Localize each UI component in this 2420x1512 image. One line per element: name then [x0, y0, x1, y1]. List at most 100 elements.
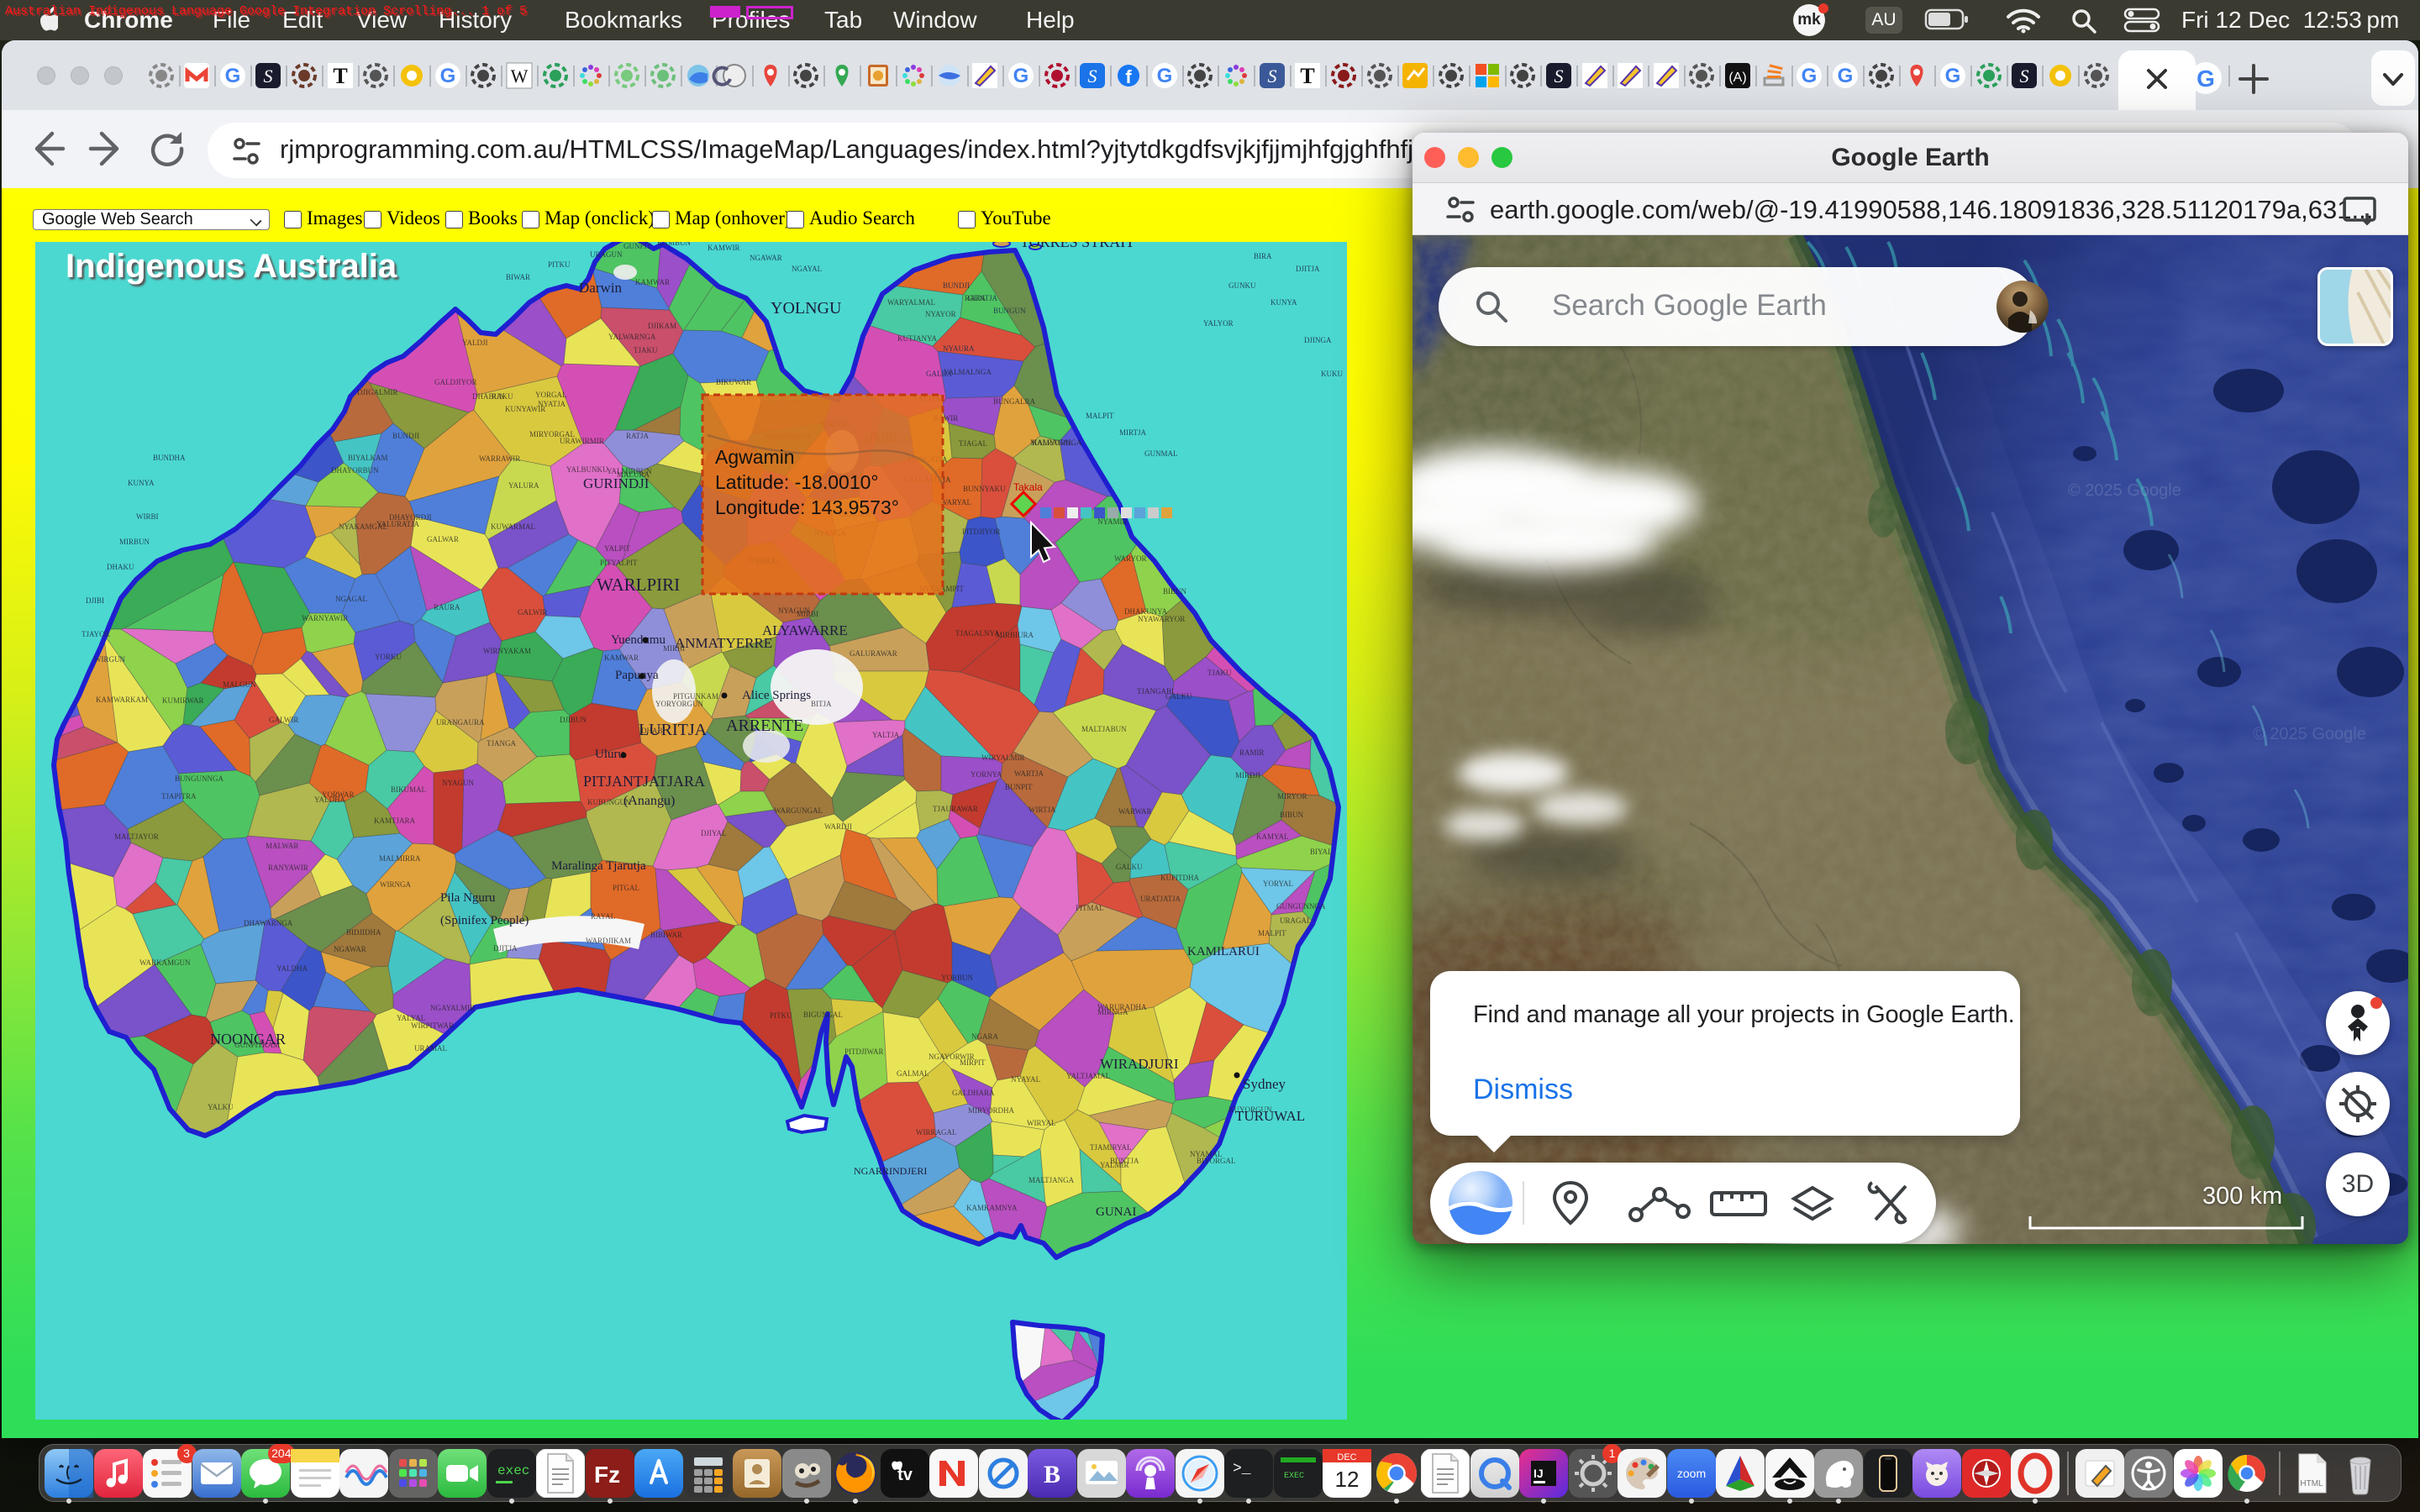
- svg-text:KUKU: KUKU: [1321, 370, 1343, 378]
- svg-text:RATJA: RATJA: [626, 432, 650, 440]
- svg-text:WARGUNGAL: WARGUNGAL: [774, 806, 823, 815]
- svg-text:exec: exec: [497, 1463, 529, 1478]
- svg-text:WIRTJA: WIRTJA: [1028, 806, 1056, 814]
- svg-text:RAYAL: RAYAL: [591, 912, 615, 921]
- svg-text:DEC: DEC: [1337, 1452, 1356, 1462]
- svg-text:T: T: [1300, 64, 1314, 88]
- svg-text:Longitude: 143.9573°: Longitude: 143.9573°: [715, 496, 899, 518]
- svg-text:YALDJI: YALDJI: [462, 339, 488, 347]
- svg-text:MALPIT: MALPIT: [1258, 929, 1286, 937]
- svg-text:WIRNYAKAM: WIRNYAKAM: [483, 647, 531, 655]
- svg-text:PITDJIYOR: PITDJIYOR: [962, 528, 1001, 536]
- svg-text:WIRNGA: WIRNGA: [380, 880, 411, 889]
- svg-text:KAMTJARA: KAMTJARA: [374, 816, 416, 825]
- svg-text:S: S: [2020, 66, 2029, 87]
- svg-text:W: W: [511, 66, 529, 87]
- svg-text:YORWAR: YORWAR: [322, 790, 355, 799]
- svg-text:EXEC: EXEC: [1284, 1472, 1304, 1481]
- svg-text:Pila Nguru: Pila Nguru: [440, 891, 496, 905]
- svg-text:PITMAL: PITMAL: [1076, 904, 1104, 912]
- svg-text:DHAYORDJI: DHAYORDJI: [389, 513, 432, 522]
- svg-text:TJANGA: TJANGA: [487, 739, 516, 748]
- svg-text:PITGAL: PITGAL: [613, 884, 639, 892]
- svg-text:BIRA: BIRA: [1254, 252, 1272, 260]
- svg-text:ALYAWARRE: ALYAWARRE: [762, 622, 848, 638]
- svg-text:© 2025 Google: © 2025 Google: [2068, 481, 2181, 500]
- svg-text:BIWAR: BIWAR: [506, 273, 530, 281]
- svg-text:YALKU: YALKU: [208, 1103, 234, 1111]
- svg-text:ARRENTE: ARRENTE: [726, 717, 803, 735]
- svg-text:WARYAL: WARYAL: [940, 498, 971, 507]
- svg-text:WARLPIRI: WARLPIRI: [597, 575, 680, 595]
- svg-text:NYAMIR: NYAMIR: [1097, 517, 1128, 526]
- svg-text:NGAWAR: NGAWAR: [334, 945, 366, 953]
- svg-text:BIKUMAL: BIKUMAL: [391, 785, 426, 794]
- svg-text:WIRYALMIR: WIRYALMIR: [981, 753, 1025, 762]
- svg-text:NYAKAMGAL: NYAKAMGAL: [339, 522, 387, 531]
- svg-text:G: G: [1945, 65, 1961, 87]
- svg-text:YALYAL: YALYAL: [397, 1014, 425, 1022]
- svg-text:NGAYAL: NGAYAL: [792, 265, 822, 273]
- svg-text:WIRRAGAL: WIRRAGAL: [916, 1128, 957, 1137]
- svg-text:NYAMAL: NYAMAL: [1190, 1150, 1223, 1158]
- svg-text:URANGAURA: URANGAURA: [436, 718, 485, 727]
- svg-text:MIRDJI: MIRDJI: [1235, 771, 1260, 780]
- svg-text:TJAMIRYAL: TJAMIRYAL: [1090, 1143, 1132, 1152]
- svg-text:NYAYAL: NYAYAL: [1011, 1075, 1040, 1084]
- svg-text:DJITJA: DJITJA: [1296, 265, 1320, 273]
- svg-text:WIRPITWAR: WIRPITWAR: [411, 1021, 454, 1030]
- svg-text:TJANGABI: TJANGABI: [1137, 687, 1174, 696]
- svg-text:NOONGAR: NOONGAR: [210, 1031, 286, 1047]
- svg-text:NYAGUN: NYAGUN: [778, 606, 811, 615]
- svg-text:Fz: Fz: [594, 1462, 620, 1488]
- svg-text:MALWAR: MALWAR: [266, 842, 298, 850]
- svg-text:WARWAR: WARWAR: [1118, 807, 1152, 816]
- svg-text:DJIGALMIR: DJIGALMIR: [357, 388, 398, 396]
- svg-text:GALKU: GALKU: [1116, 863, 1143, 871]
- svg-text:GALRA: GALRA: [926, 370, 952, 378]
- svg-text:© 2025 Google: © 2025 Google: [2253, 725, 2366, 743]
- svg-text:BUNPIT: BUNPIT: [1005, 783, 1033, 791]
- svg-text:DJINGA: DJINGA: [1304, 336, 1332, 344]
- svg-text:MALMIRRA: MALMIRRA: [379, 854, 421, 863]
- svg-text:RAURA: RAURA: [434, 603, 460, 612]
- svg-text:KAMKAMNYA: KAMKAMNYA: [966, 1204, 1018, 1212]
- svg-text:YALMIRBUN: YALMIRBUN: [607, 467, 652, 475]
- svg-text:GUNKU: GUNKU: [1228, 281, 1256, 290]
- svg-text:WIRGUN: WIRGUN: [94, 655, 125, 664]
- svg-text:DJIBUN: DJIBUN: [560, 716, 587, 724]
- svg-text:MIRBIURA: MIRBIURA: [996, 631, 1034, 639]
- svg-text:BIGUNGAL: BIGUNGAL: [803, 1011, 843, 1019]
- svg-text:RAKU: RAKU: [492, 392, 513, 401]
- svg-text:KAMBUN: KAMBUN: [657, 242, 692, 247]
- svg-text:BUNDHA: BUNDHA: [153, 454, 186, 462]
- svg-text:BIYALKAM: BIYALKAM: [348, 454, 388, 462]
- svg-text:WARYOR: WARYOR: [1114, 554, 1147, 563]
- svg-text:T: T: [333, 64, 347, 88]
- svg-text:S: S: [1088, 66, 1097, 87]
- svg-text:GALWIR: GALWIR: [269, 716, 298, 724]
- svg-text:NYAWARYOR: NYAWARYOR: [1138, 615, 1185, 623]
- svg-text:WARDJI: WARDJI: [824, 822, 852, 831]
- svg-text:GUNMAL: GUNMAL: [1144, 449, 1178, 458]
- svg-text:IJ: IJ: [1534, 1467, 1544, 1480]
- svg-text:YALTJAMAL: YALTJAMAL: [1066, 1072, 1110, 1080]
- svg-text:BIBIWAR: BIBIWAR: [650, 931, 682, 939]
- svg-text:G: G: [1838, 65, 1854, 87]
- svg-text:NGARA: NGARA: [971, 1032, 999, 1041]
- svg-text:BUNGALRA: BUNGALRA: [993, 397, 1036, 406]
- svg-text:MALRAGAL: MALRAGAL: [1030, 438, 1073, 447]
- svg-text:YORBUN: YORBUN: [941, 974, 974, 982]
- svg-text:TJAGALNYA: TJAGALNYA: [955, 629, 1000, 638]
- svg-text:PITJANTJATJARA: PITJANTJATJARA: [583, 773, 705, 790]
- svg-text:DJIKAM: DJIKAM: [648, 322, 676, 330]
- svg-text:ANMATYERRE: ANMATYERRE: [675, 635, 772, 651]
- svg-text:WARRAWIR: WARRAWIR: [479, 454, 520, 463]
- svg-text:URAMAL: URAMAL: [414, 1044, 447, 1053]
- svg-text:BUNDJI: BUNDJI: [943, 281, 970, 290]
- svg-text:MIRBUN: MIRBUN: [119, 538, 150, 546]
- svg-text:MIRYORGAL: MIRYORGAL: [529, 430, 575, 438]
- svg-text:URATJATJA: URATJATJA: [1140, 895, 1181, 903]
- svg-text:YALURA: YALURA: [508, 481, 539, 490]
- svg-text:Sydney: Sydney: [1243, 1076, 1286, 1092]
